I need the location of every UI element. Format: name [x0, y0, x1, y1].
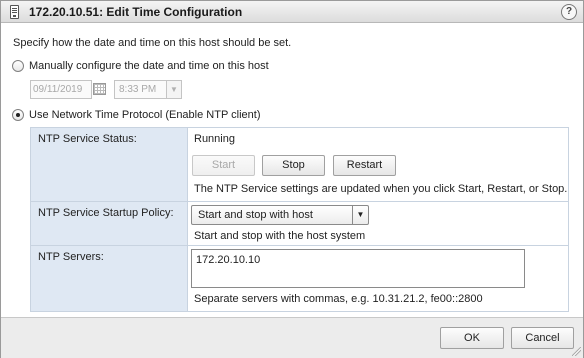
ntp-servers-label: NTP Servers: [31, 246, 188, 311]
dialog-title: 172.20.10.51: Edit Time Configuration [29, 5, 243, 19]
edit-time-configuration-dialog: 172.20.10.51: Edit Time Configuration ? … [0, 0, 584, 358]
manual-config-label[interactable]: Manually configure the date and time on … [29, 60, 269, 72]
ntp-radio[interactable] [12, 109, 24, 121]
ntp-startup-policy-label: NTP Service Startup Policy: [31, 202, 188, 245]
ntp-status-value: Running [194, 133, 235, 145]
date-input[interactable]: 09/11/2019 [30, 80, 92, 99]
chevron-down-icon: ▼ [352, 206, 368, 224]
dialog-titlebar: 172.20.10.51: Edit Time Configuration ? [1, 1, 583, 23]
ntp-servers-input[interactable]: 172.20.10.10 [191, 249, 525, 288]
startup-policy-select[interactable]: Start and stop with host ▼ [191, 205, 369, 225]
stop-button[interactable]: Stop [262, 155, 325, 176]
intro-text: Specify how the date and time on this ho… [13, 37, 292, 49]
ntp-label[interactable]: Use Network Time Protocol (Enable NTP cl… [29, 109, 261, 121]
help-icon[interactable]: ? [561, 4, 577, 20]
cancel-button[interactable]: Cancel [511, 327, 574, 349]
ntp-status-row: NTP Service Status: Running Start Stop R… [31, 128, 568, 202]
ntp-settings-panel: NTP Service Status: Running Start Stop R… [30, 127, 569, 312]
time-input[interactable]: 8:33 PM [114, 80, 167, 99]
dropdown-arrow-icon[interactable]: ▼ [167, 80, 182, 99]
calendar-icon[interactable] [93, 83, 106, 95]
ntp-status-label: NTP Service Status: [31, 128, 188, 201]
startup-policy-selected: Start and stop with host [198, 209, 313, 221]
start-button[interactable]: Start [192, 155, 255, 176]
dialog-footer: OK Cancel [1, 317, 583, 358]
ntp-servers-hint: Separate servers with commas, e.g. 10.31… [194, 293, 483, 305]
manual-config-radio[interactable] [12, 60, 24, 72]
ok-button[interactable]: OK [440, 327, 504, 349]
ntp-service-note: The NTP Service settings are updated whe… [194, 183, 568, 195]
ntp-startup-policy-row: NTP Service Startup Policy: Start and st… [31, 202, 568, 246]
startup-policy-description: Start and stop with the host system [194, 230, 366, 242]
ntp-servers-row: NTP Servers: 172.20.10.10 Separate serve… [31, 246, 568, 311]
restart-button[interactable]: Restart [333, 155, 396, 176]
host-icon [10, 5, 19, 19]
resize-grip-icon[interactable] [572, 347, 581, 356]
